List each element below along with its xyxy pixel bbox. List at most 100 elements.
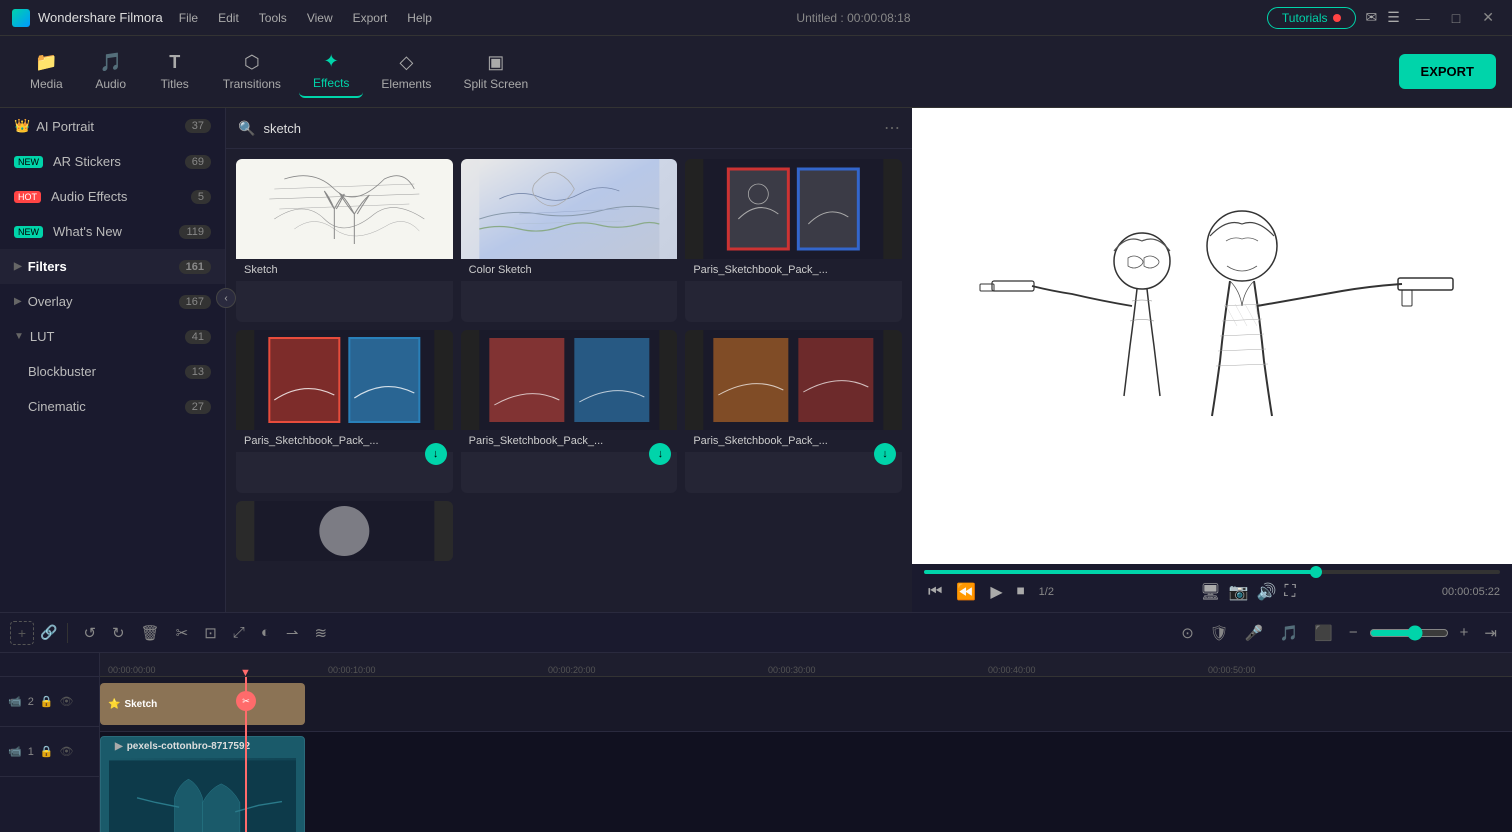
transform-button[interactable]: ⤢ xyxy=(228,621,250,644)
cut-button[interactable]: ✂ xyxy=(171,621,194,645)
track2-lock-icon[interactable]: 🔒 xyxy=(40,695,54,708)
undo-button[interactable]: ↺ xyxy=(78,621,101,645)
sidebar-item-ai-portrait[interactable]: 👑 AI Portrait 37 xyxy=(0,108,225,144)
menu-edit[interactable]: Edit xyxy=(210,9,247,27)
titlebar-right: Tutorials ✉ ☰ — □ ✕ xyxy=(1267,7,1500,29)
sidebar-item-cinematic[interactable]: Cinematic 27 xyxy=(0,389,225,424)
track1-lock-icon[interactable]: 🔒 xyxy=(40,745,54,758)
paris4-download-icon[interactable]: ↓ xyxy=(874,443,896,465)
toolbar-titles[interactable]: T Titles xyxy=(145,46,205,97)
project-title: Untitled : 00:00:08:18 xyxy=(796,11,910,25)
effect-item-paris4[interactable]: ↓ Paris_Sketchbook_Pack_... xyxy=(685,330,902,493)
paris2-label: Paris_Sketchbook_Pack_... xyxy=(236,430,453,452)
toolbar-transitions[interactable]: ⬡ Transitions xyxy=(209,46,295,97)
paris3-download-icon[interactable]: ↓ xyxy=(649,443,671,465)
maximize-button[interactable]: □ xyxy=(1446,10,1466,26)
stop-button[interactable]: ⏹ xyxy=(1013,579,1029,605)
effect-item-paris3[interactable]: ↓ Paris_Sketchbook_Pack_... xyxy=(461,330,678,493)
effect-item-paris5[interactable] xyxy=(236,501,453,561)
progress-fill xyxy=(924,570,1316,574)
track1-eye-icon[interactable]: 👁 xyxy=(60,745,74,758)
tutorials-notification-dot xyxy=(1333,14,1341,22)
play-button[interactable]: ▶ xyxy=(986,578,1006,606)
sidebar-item-ar-stickers[interactable]: NEW AR Stickers 69 xyxy=(0,144,225,179)
mail-icon[interactable]: ✉ xyxy=(1366,9,1378,26)
menu-tools[interactable]: Tools xyxy=(251,9,295,27)
timeline: + 🔗 ↺ ↻ 🗑 ✂ ⊡ ⤢ ◐ ⇀ ≋ ⊙ 🛡 🎤 🎵 ⬛ − + ⇥ xyxy=(0,612,1512,832)
delete-button[interactable]: 🗑 xyxy=(136,621,165,645)
sidebar-label-cinematic: Cinematic xyxy=(28,399,86,414)
rewind-button[interactable]: ⏮ xyxy=(924,579,946,605)
overlay-count: 167 xyxy=(179,295,211,309)
effects-icon: ✦ xyxy=(324,51,339,72)
grid-view-icon[interactable]: ⋯ xyxy=(884,118,900,138)
effect-item-paris1[interactable]: Paris_Sketchbook_Pack_... xyxy=(685,159,902,322)
sidebar-item-lut[interactable]: ▼ LUT 41 xyxy=(0,319,225,354)
paris2-download-icon[interactable]: ↓ xyxy=(425,443,447,465)
filters-chevron-icon: ▶ xyxy=(14,261,22,272)
toolbar-media[interactable]: 📁 Media xyxy=(16,46,77,97)
effects-clip[interactable]: ⭐ Sketch xyxy=(100,683,305,725)
progress-thumb xyxy=(1310,566,1322,578)
zoom-in-button[interactable]: + xyxy=(1455,621,1474,644)
track1-number: 1 xyxy=(28,746,34,758)
expand-button[interactable]: ⇥ xyxy=(1479,621,1502,645)
audio-duck-button[interactable]: 🎵 xyxy=(1275,621,1304,645)
new-badge-ar: NEW xyxy=(14,156,43,168)
sidebar-item-blockbuster[interactable]: Blockbuster 13 xyxy=(0,354,225,389)
menu-view[interactable]: View xyxy=(299,9,341,27)
video-clip[interactable]: ▶ pexels-cottonbro-8717592 xyxy=(100,736,305,832)
titlebar-menu: File Edit Tools View Export Help xyxy=(171,9,440,27)
stabilize-button[interactable]: ≋ xyxy=(309,621,332,645)
menu-file[interactable]: File xyxy=(171,9,206,27)
menu-export[interactable]: Export xyxy=(345,9,396,27)
speed-button[interactable]: ⇀ xyxy=(281,621,304,645)
sidebar-item-overlay[interactable]: ▶ Overlay 167 xyxy=(0,284,225,319)
snapshot-icon[interactable]: 📷 xyxy=(1225,578,1253,606)
effects-clip-label: Sketch xyxy=(124,699,157,710)
toolbar-effects[interactable]: ✦ Effects xyxy=(299,45,363,98)
ai-cutout-button[interactable]: 🛡 xyxy=(1205,621,1234,645)
tutorials-button[interactable]: Tutorials xyxy=(1267,7,1356,29)
search-input[interactable] xyxy=(263,121,876,136)
color-sketch-thumbnail xyxy=(461,159,678,259)
sidebar-item-whats-new[interactable]: NEW What's New 119 xyxy=(0,214,225,249)
crop-button[interactable]: ⊡ xyxy=(199,621,222,645)
step-back-button[interactable]: ⏪ xyxy=(952,578,980,606)
fullscreen-icon[interactable]: ⛶ xyxy=(1280,579,1299,605)
toolbar-audio[interactable]: 🎵 Audio xyxy=(81,46,141,97)
monitor-icon[interactable]: 🖥 xyxy=(1196,578,1224,606)
render-button[interactable]: ⬛ xyxy=(1309,621,1338,645)
sidebar-collapse-button[interactable]: ‹ xyxy=(216,288,236,308)
toolbar-elements[interactable]: ◇ Elements xyxy=(367,46,445,97)
menu-help[interactable]: Help xyxy=(399,9,440,27)
sidebar-item-filters[interactable]: ▶ Filters 161 xyxy=(0,249,225,284)
progress-bar[interactable] xyxy=(924,570,1500,574)
audio-detach-button[interactable]: 🎤 xyxy=(1240,621,1269,645)
export-button[interactable]: EXPORT xyxy=(1399,54,1496,89)
zoom-out-button[interactable]: − xyxy=(1344,621,1363,644)
timeline-ruler[interactable]: 00:00:00:00 00:00:10:00 00:00:20:00 00:0… xyxy=(100,653,1512,677)
sidebar-item-audio-effects[interactable]: HOT Audio Effects 5 xyxy=(0,179,225,214)
zoom-slider[interactable] xyxy=(1369,625,1449,641)
effect-item-paris2[interactable]: ↓ Paris_Sketchbook_Pack_... xyxy=(236,330,453,493)
minimize-button[interactable]: — xyxy=(1410,10,1436,26)
add-track-button[interactable]: + xyxy=(10,621,34,645)
effect-item-sketch[interactable]: Sketch xyxy=(236,159,453,322)
link-button[interactable]: 🔗 xyxy=(40,624,57,641)
toolbar-split-screen[interactable]: ▣ Split Screen xyxy=(449,46,542,97)
menu-icon[interactable]: ☰ xyxy=(1387,9,1400,26)
controls-row: ⏮ ⏪ ▶ ⏹ 1/2 🖥 📷 🔊 ⛶ 00:00:05:22 xyxy=(924,578,1500,606)
redo-button[interactable]: ↻ xyxy=(107,621,130,645)
track2-eye-icon[interactable]: 👁 xyxy=(60,695,74,708)
color-button[interactable]: ◐ xyxy=(256,621,275,644)
playhead-handle[interactable]: ✂ xyxy=(236,691,256,711)
media-label: Media xyxy=(30,77,63,91)
preview-controls: ⏮ ⏪ ▶ ⏹ 1/2 🖥 📷 🔊 ⛶ 00:00:05:22 xyxy=(912,564,1512,612)
volume-icon[interactable]: 🔊 xyxy=(1252,578,1280,606)
motion-track-button[interactable]: ⊙ xyxy=(1176,621,1199,645)
effect-item-color-sketch[interactable]: Color Sketch xyxy=(461,159,678,322)
sketch-thumbnail xyxy=(236,159,453,259)
close-button[interactable]: ✕ xyxy=(1476,9,1500,26)
track-label-1: 📹 1 🔒 👁 xyxy=(0,727,99,777)
